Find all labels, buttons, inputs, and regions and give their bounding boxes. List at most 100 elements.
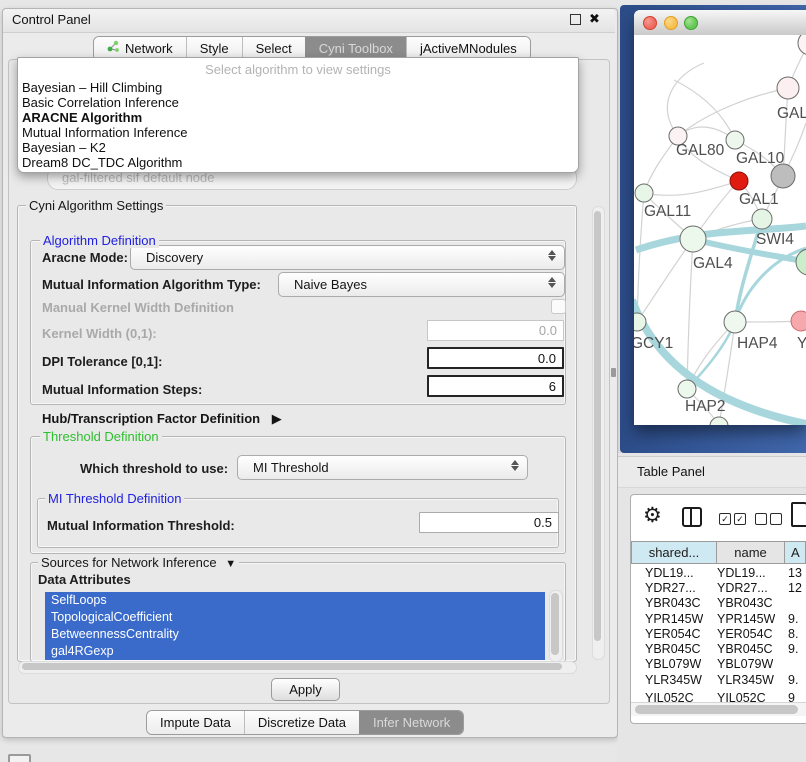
node-label-hap4: HAP4 [737,335,778,353]
network-node-gal1-selected-red[interactable] [730,172,748,190]
new-table-icon[interactable] [791,502,806,527]
window-title: Control Panel [12,12,91,27]
attribute-item-topologicalcoefficient[interactable]: TopologicalCoefficient [45,609,545,626]
mi-algorithm-type-value: Naive Bayes [294,277,367,292]
close-traffic-light-icon[interactable] [643,16,657,30]
popup-item-dream8[interactable]: Dream8 DC_TDC Algorithm [22,155,182,170]
which-threshold-combo[interactable]: MI Threshold [237,455,528,480]
select-all-columns-icon[interactable]: ✓ ✓ [719,513,746,525]
tab-impute-data[interactable]: Impute Data [147,711,244,734]
mi-steps-label: Mutual Information Steps: [42,382,202,397]
combo-arrows-icon [548,277,556,288]
zoom-traffic-light-icon[interactable] [684,16,698,30]
column-header-shared-name[interactable]: shared... [631,541,717,564]
hub-definition-label: Hub/Transcription Factor Definition [42,411,260,426]
mi-algorithm-type-label: Mutual Information Algorithm Type: [42,277,261,292]
aracne-mode-combo[interactable]: Discovery [130,245,565,270]
network-node[interactable] [726,131,744,149]
table-horizontal-scrollbar[interactable] [631,702,806,716]
cyni-algorithm-settings-title: Cyni Algorithm Settings [26,198,166,213]
unselect-all-columns-icon[interactable] [755,513,782,525]
tab-infer-network-label: Infer Network [373,711,450,734]
popup-hint: Select algorithm to view settings [18,62,578,77]
expander-down-arrow-icon: ▼ [225,558,236,570]
float-window-icon[interactable] [570,14,581,25]
network-node-hap4[interactable] [724,311,746,333]
aracne-mode-label: Aracne Mode: [42,250,128,265]
sources-title-label: Sources for Network Inference [41,555,217,570]
tab-infer-network[interactable]: Infer Network [359,711,463,734]
mi-steps-field[interactable] [427,375,564,397]
hub-definition-expander[interactable]: Hub/Transcription Factor Definition ▶ [42,411,282,427]
application-root: Control Panel ✖ Network Style Select Cyn… [0,0,806,762]
settings-horizontal-scrollbar[interactable] [18,661,577,674]
algorithm-definition-title: Algorithm Definition [40,233,159,248]
mi-algorithm-type-combo[interactable]: Naive Bayes [278,272,565,297]
node-label-y-cut: Y [797,335,806,353]
attribute-list-scrollbar[interactable] [549,590,563,662]
node-label-gal80: GAL80 [676,142,724,160]
which-threshold-value: MI Threshold [253,460,329,475]
mi-threshold-definition-title: MI Threshold Definition [45,491,184,506]
minimized-panel-icon[interactable] [8,754,31,762]
network-node[interactable] [777,77,799,99]
network-graph [634,35,806,425]
threshold-definition-title: Threshold Definition [40,429,162,444]
dpi-tolerance-label: DPI Tolerance [0,1]: [42,354,162,369]
aracne-mode-value: Discovery [146,250,203,265]
popup-item-aracne[interactable]: ARACNE Algorithm [22,110,142,125]
network-node[interactable] [710,417,728,425]
popup-item-bayesian-hill-climbing[interactable]: Bayesian – Hill Climbing [22,80,162,95]
node-label-gal1: GAL1 [739,191,779,209]
tab-discretize-data-label: Discretize Data [258,711,346,734]
dpi-tolerance-field[interactable] [427,347,564,369]
node-label-gal11: GAL11 [644,203,691,221]
combo-arrows-icon [511,460,519,471]
table-body: YDL19...YDL19...13 YDR27...YDR27...12 YB… [631,565,806,705]
column-header-name[interactable]: name [716,541,785,564]
apply-button[interactable]: Apply [271,678,340,701]
tab-impute-data-label: Impute Data [160,711,231,734]
tab-discretize-data[interactable]: Discretize Data [244,711,359,734]
data-attributes-label: Data Attributes [38,572,131,587]
close-icon[interactable]: ✖ [589,11,600,27]
settings-vertical-scrollbar[interactable] [592,206,605,660]
network-node-gal11[interactable] [635,184,653,202]
bottom-tabbar: Impute Data Discretize Data Infer Networ… [146,710,464,735]
network-canvas[interactable]: GAL GAL80 GAL10 GAL1 GAL11 SWI4 GAL4 GCY… [634,35,806,425]
manual-kernel-width-checkbox[interactable] [551,299,566,314]
attribute-item-selfloops[interactable]: SelfLoops [45,592,545,609]
mi-threshold-label: Mutual Information Threshold: [47,518,235,533]
table-panel-title: Table Panel [637,464,705,479]
algorithm-dropdown-popup: Select algorithm to view settings Bayesi… [17,57,579,173]
network-node-swi4[interactable] [752,209,772,229]
network-node-pink[interactable] [791,311,806,331]
node-label-gal-cut: GAL [777,105,806,123]
column-header-cut[interactable]: A [784,541,806,564]
popup-item-basic-correlation[interactable]: Basic Correlation Inference [22,95,179,110]
sources-group-title[interactable]: Sources for Network Inference ▼ [38,555,239,570]
node-label-swi4: SWI4 [756,231,794,249]
node-label-hap2: HAP2 [685,398,726,416]
which-threshold-label: Which threshold to use: [80,461,228,476]
combo-arrows-icon [548,250,556,261]
splitter-handle[interactable] [611,368,616,377]
network-node-hap2[interactable] [678,380,696,398]
popup-item-bayesian-k2[interactable]: Bayesian – K2 [22,140,106,155]
node-label-gal10: GAL10 [736,150,784,168]
attribute-item-betweennesscentrality[interactable]: BetweennessCentrality [45,626,545,643]
mi-threshold-field[interactable] [419,512,559,533]
network-window-titlebar[interactable] [634,10,806,36]
expander-right-arrow-icon: ▶ [272,411,282,426]
show-columns-icon[interactable] [682,507,702,527]
popup-item-mutual-information[interactable]: Mutual Information Inference [22,125,187,140]
control-panel-titlebar[interactable] [3,9,615,33]
gear-icon[interactable]: ⚙ [643,503,662,528]
node-label-gcy1: GCY1 [634,335,673,353]
network-node-gal4[interactable] [680,226,706,252]
attribute-item-gal4rgexp[interactable]: gal4RGexp [45,643,545,660]
minimize-traffic-light-icon[interactable] [664,16,678,30]
network-node[interactable] [796,249,806,275]
kernel-width-field [427,320,564,341]
network-node[interactable] [798,35,806,55]
